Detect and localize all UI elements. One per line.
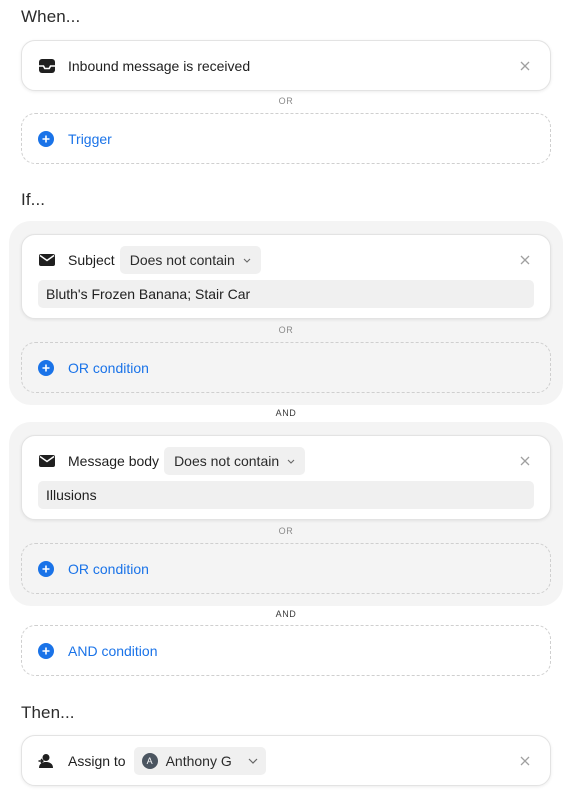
add-and-condition-label: AND condition	[68, 642, 158, 659]
then-section-title: Then...	[21, 703, 75, 722]
condition-card: Subject Does not contain Bluth's Frozen …	[21, 234, 551, 319]
operator-dropdown[interactable]: Does not contain	[119, 246, 261, 274]
action-label: Assign to	[68, 753, 126, 769]
trigger-label: Inbound message is received	[68, 58, 251, 74]
if-section-title: If...	[21, 190, 46, 209]
remove-condition-button[interactable]	[518, 454, 532, 468]
condition-value-input[interactable]: Illusions	[38, 481, 534, 509]
or-separator: OR	[278, 96, 294, 106]
add-trigger-label: Trigger	[68, 130, 112, 147]
envelope-icon	[38, 251, 56, 269]
condition-value-input[interactable]: Bluth's Frozen Banana; Stair Car	[38, 280, 534, 308]
plus-icon	[38, 359, 54, 376]
trigger-card[interactable]: Inbound message is received	[21, 40, 551, 91]
add-or-condition-button[interactable]: OR condition	[21, 543, 551, 594]
plus-icon	[38, 642, 54, 659]
remove-condition-button[interactable]	[518, 253, 532, 267]
condition-field-label: Subject	[68, 252, 115, 268]
or-separator: OR	[278, 526, 294, 536]
plus-icon	[38, 560, 54, 577]
close-icon	[520, 756, 530, 766]
assignee-name: Anthony G	[165, 753, 232, 769]
inbox-icon	[38, 57, 56, 75]
chevron-down-icon	[248, 758, 258, 764]
condition-value-text: Illusions	[46, 487, 97, 503]
add-or-condition-button[interactable]: OR condition	[21, 342, 551, 393]
condition-card: Message body Does not contain Illusions	[21, 435, 551, 520]
action-card: Assign to A Anthony G	[21, 735, 551, 786]
close-icon	[520, 456, 530, 466]
add-or-condition-label: OR condition	[68, 359, 149, 376]
operator-dropdown[interactable]: Does not contain	[164, 447, 306, 475]
condition-field-label: Message body	[68, 453, 160, 469]
chevron-down-icon	[287, 459, 295, 464]
or-separator: OR	[278, 325, 294, 335]
add-or-condition-label: OR condition	[68, 560, 149, 577]
add-trigger-button[interactable]: Trigger	[21, 113, 551, 164]
chevron-down-icon	[243, 258, 251, 263]
and-separator: AND	[275, 408, 297, 418]
remove-trigger-button[interactable]	[518, 59, 532, 73]
add-and-condition-button[interactable]: AND condition	[21, 625, 551, 676]
close-icon	[520, 61, 530, 71]
avatar: A	[141, 753, 158, 769]
when-section-title: When...	[21, 7, 81, 26]
assignee-dropdown[interactable]: A Anthony G	[133, 747, 266, 775]
and-separator: AND	[275, 609, 297, 619]
envelope-icon	[38, 452, 56, 470]
condition-value-text: Bluth's Frozen Banana; Stair Car	[46, 286, 251, 302]
operator-value: Does not contain	[129, 252, 235, 268]
plus-icon	[38, 130, 54, 147]
assign-user-icon	[38, 752, 56, 770]
remove-action-button[interactable]	[518, 754, 532, 768]
operator-value: Does not contain	[174, 453, 280, 469]
close-icon	[520, 255, 530, 265]
